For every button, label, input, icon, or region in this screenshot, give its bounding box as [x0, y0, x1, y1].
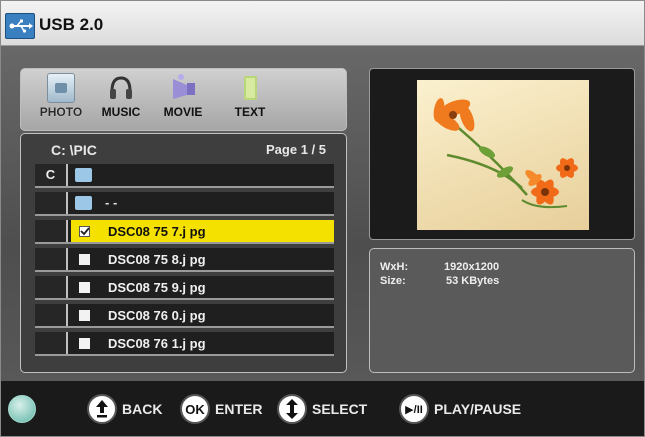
text-document-icon: [236, 73, 264, 103]
tab-photo[interactable]: PHOTO: [35, 73, 87, 119]
file-info-panel: WxH: 1920x1200 Size: 53 KBytes: [369, 248, 635, 373]
play-pause-label: PLAY/PAUSE: [434, 401, 522, 417]
size-value: 53 KBytes: [446, 275, 500, 287]
preview-image: [417, 80, 589, 230]
play-pause-button[interactable]: ▶/II PLAY/PAUSE: [399, 394, 521, 424]
tab-movie[interactable]: MOVIE: [157, 73, 209, 119]
current-path: C: \PIC: [51, 142, 97, 158]
select-button[interactable]: SELECT: [277, 394, 367, 424]
up-arrow-icon: [87, 394, 117, 424]
window-title: USB 2.0: [39, 15, 104, 34]
file-name: DSC08 75 8.j pg: [108, 252, 206, 267]
photo-icon: [47, 73, 75, 103]
folder-icon: [75, 168, 92, 182]
list-item-file[interactable]: DSC08 75 8.j pg: [35, 248, 334, 272]
usb-browser-window: USB 2.0 PHOTO MUSIC MOVIE TEXT C: \PIC P…: [0, 0, 645, 437]
parent-folder-label: - -: [105, 195, 118, 210]
movie-icon: [169, 73, 197, 103]
drive-column-cell: [35, 332, 68, 354]
list-item-file[interactable]: DSC08 75 9.j pg: [35, 276, 334, 300]
file-checkbox[interactable]: [79, 254, 90, 265]
drive-column-cell: [35, 220, 68, 242]
drive-column-cell: [35, 276, 68, 298]
file-checkbox-checked[interactable]: [79, 226, 90, 237]
file-checkbox[interactable]: [79, 310, 90, 321]
file-name: DSC08 76 0.j pg: [108, 308, 206, 323]
main-area: PHOTO MUSIC MOVIE TEXT C: \PIC Page 1 / …: [1, 46, 644, 381]
file-list-panel: C: \PIC Page 1 / 5 C - - DSC08 75 7.j pg…: [20, 133, 347, 373]
tab-text[interactable]: TEXT: [227, 73, 273, 119]
back-button[interactable]: BACK: [87, 394, 162, 424]
up-down-arrow-icon: [277, 394, 307, 424]
tab-music-label: MUSIC: [101, 105, 141, 119]
tab-movie-label: MOVIE: [163, 105, 203, 119]
file-name: DSC08 76 1.j pg: [108, 336, 206, 351]
file-name: DSC08 75 7.j pg: [108, 224, 206, 239]
list-item-file[interactable]: DSC08 75 7.j pg: [35, 220, 334, 244]
list-item-file[interactable]: DSC08 76 1.j pg: [35, 332, 334, 356]
file-checkbox[interactable]: [79, 338, 90, 349]
media-type-panel: PHOTO MUSIC MOVIE TEXT: [20, 68, 347, 131]
file-name: DSC08 75 9.j pg: [108, 280, 206, 295]
page-indicator: Page 1 / 5: [266, 142, 326, 157]
size-label: Size:: [380, 275, 406, 287]
image-preview-panel: [369, 68, 635, 240]
tab-photo-label: PHOTO: [39, 105, 83, 119]
back-label: BACK: [122, 401, 163, 417]
drive-letter: C: [35, 164, 68, 186]
file-list: C - - DSC08 75 7.j pg DSC08 75 8.j pg DS…: [35, 164, 334, 360]
folder-icon: [75, 196, 92, 210]
list-item-drive[interactable]: C: [35, 164, 334, 188]
play-pause-icon: ▶/II: [399, 394, 429, 424]
wxh-value: 1920x1200: [444, 261, 500, 273]
control-bar: BACK OK ENTER SELECT ▶/II PLAY/PAUSE: [1, 381, 644, 436]
enter-button[interactable]: OK ENTER: [180, 394, 262, 424]
headphones-icon: [107, 73, 135, 103]
enter-label: ENTER: [215, 401, 263, 417]
tab-music[interactable]: MUSIC: [95, 73, 147, 119]
usb-icon: [5, 13, 35, 39]
file-checkbox[interactable]: [79, 282, 90, 293]
tab-text-label: TEXT: [234, 105, 266, 119]
select-label: SELECT: [312, 401, 368, 417]
drive-column-cell: [35, 192, 68, 214]
drive-column-cell: [35, 304, 68, 326]
ok-icon: OK: [180, 394, 210, 424]
list-item-parent-folder[interactable]: - -: [35, 192, 334, 216]
wxh-label: WxH:: [380, 261, 409, 273]
list-item-file[interactable]: DSC08 76 0.j pg: [35, 304, 334, 328]
drive-column-cell: [35, 248, 68, 270]
title-bar: USB 2.0: [1, 1, 644, 46]
home-icon[interactable]: [8, 395, 36, 423]
